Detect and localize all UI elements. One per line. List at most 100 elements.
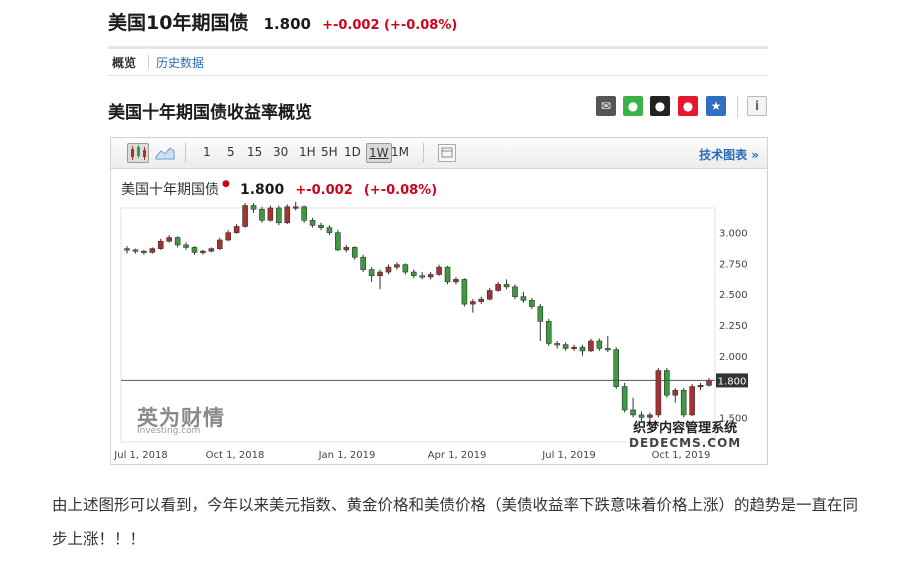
candle-body (638, 414, 645, 418)
header-change: +-0.002 (+-0.08%) (322, 18, 458, 33)
candle-body (166, 237, 172, 242)
candle-body (132, 249, 139, 252)
candle-body (664, 370, 670, 396)
watermark-logo-sub: Investing.com (137, 426, 201, 436)
wechat-icon[interactable]: ● (623, 96, 643, 116)
candle-body (149, 248, 156, 253)
candle-body (157, 240, 164, 249)
candle-body (174, 237, 181, 246)
candle-body (680, 389, 687, 416)
article-paragraph: 由上述图形可以看到，今年以来美元指数、黄金价格和美债价格（美债收益率下跌意味着价… (52, 496, 859, 548)
candle-body (470, 301, 476, 305)
tab-bar: 概览 历史数据 (108, 46, 768, 76)
candle-body (318, 224, 324, 229)
candle-body (242, 205, 248, 227)
candle-body (216, 239, 223, 249)
candle-body (225, 232, 232, 241)
page-header: 美国10年期国债 1.800 +-0.002 (+-0.08%) (108, 8, 457, 35)
candle-body (427, 274, 434, 278)
candle-body (301, 206, 307, 221)
candle-body (529, 300, 535, 307)
x-tick-label: Oct 1, 2018 (206, 450, 265, 461)
candle-body (377, 271, 383, 277)
candle-body (284, 206, 291, 224)
candle-body (233, 226, 240, 233)
qq-icon[interactable]: ● (650, 96, 670, 116)
candle-body (596, 340, 603, 349)
tab-overview[interactable]: 概览 (112, 54, 136, 71)
candle-body (588, 340, 594, 352)
x-tick-label: Jul 1, 2018 (113, 450, 167, 461)
x-tick-label: Jan 1, 2019 (318, 450, 376, 461)
candle-body (537, 306, 544, 322)
header-price: 1.800 (263, 15, 311, 33)
candle-body (200, 250, 206, 253)
candle-body (141, 250, 147, 253)
candle-body (402, 264, 409, 273)
candle-body (385, 266, 392, 273)
candle-body (512, 286, 518, 297)
weibo-icon[interactable]: ● (678, 96, 698, 116)
candle-body (267, 207, 274, 221)
candle-body (621, 386, 628, 411)
candle-body (503, 284, 510, 288)
candle-body (579, 346, 586, 352)
candle-body (394, 264, 400, 268)
candle-body (368, 269, 375, 277)
tab-history[interactable]: 历史数据 (156, 54, 204, 71)
candle-body (250, 205, 257, 210)
favorite-icon[interactable]: ★ (706, 96, 726, 116)
candle-body (655, 370, 662, 416)
candle-body (697, 385, 704, 388)
candle-body (630, 409, 636, 416)
share-divider (737, 96, 738, 118)
candle-body (554, 343, 560, 346)
y-tick-label: 2.750 (719, 259, 748, 270)
candle-body (486, 290, 493, 300)
candle-body (410, 271, 417, 277)
candle-body (545, 321, 552, 344)
candle-body (419, 275, 426, 278)
candle-body (444, 266, 451, 283)
mail-icon[interactable]: ✉ (596, 96, 616, 116)
candle-body (326, 227, 333, 233)
y-tick-label: 2.250 (719, 321, 748, 332)
candle-body (613, 349, 620, 387)
candle-body (183, 244, 189, 248)
tab-divider (148, 55, 149, 69)
candle-body (208, 248, 215, 252)
candle-body (647, 414, 653, 418)
site-watermark-en: DEDECMS.COM (629, 436, 742, 450)
candle-body (562, 344, 569, 349)
candle-body (453, 279, 459, 283)
x-tick-label: Oct 1, 2019 (652, 450, 711, 461)
site-watermark-cn: 织梦内容管理系统 (633, 421, 738, 436)
candle-body (343, 247, 350, 251)
candle-body (191, 247, 198, 253)
candle-body (706, 380, 712, 386)
x-tick-label: Jul 1, 2019 (541, 450, 595, 461)
candle-body (276, 207, 282, 224)
candle-body (689, 386, 695, 416)
candle-body (360, 256, 366, 270)
y-tick-label: 2.500 (719, 290, 748, 301)
candle-body (571, 346, 577, 349)
candle-body (604, 348, 611, 351)
candle-body (124, 248, 130, 251)
info-icon[interactable]: i (747, 96, 767, 116)
y-tick-label: 3.000 (719, 229, 748, 240)
candle-body (259, 208, 265, 221)
site-watermark: 织梦内容管理系统 DEDECMS.COM (629, 421, 742, 451)
y-tick-label: 2.000 (719, 352, 748, 363)
chart-panel: 1 5 15 30 1H 5H 1D 1W 1M 技术图表 » 美国十年期国债 ● 1.800 +… (110, 137, 768, 465)
candle-body (335, 232, 341, 251)
candle-body (436, 266, 442, 275)
page-title: 美国10年期国债 (108, 12, 249, 34)
candle-body (478, 298, 485, 302)
x-tick-label: Apr 1, 2019 (428, 450, 487, 461)
candle-body (351, 247, 358, 258)
candle-body (520, 296, 527, 301)
section-title: 美国十年期国债收益率概览 (108, 103, 312, 123)
candle-body (292, 206, 299, 209)
candle-body (309, 220, 316, 226)
